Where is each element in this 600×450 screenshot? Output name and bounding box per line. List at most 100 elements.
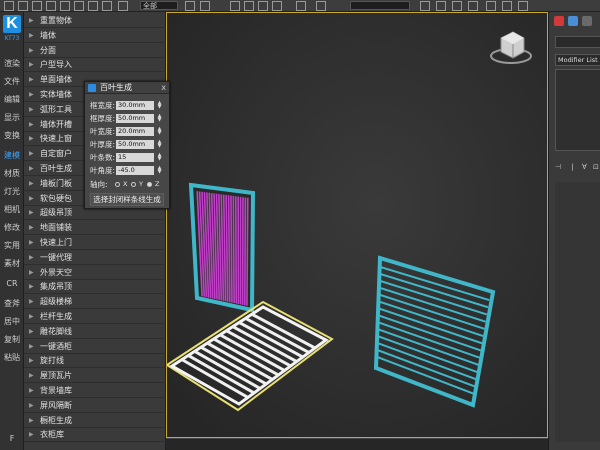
edit-named-selection-icon[interactable] [296, 1, 306, 11]
modify-tab-icon[interactable] [568, 16, 578, 26]
tool-item[interactable]: ▶ 背景墙库 [24, 384, 166, 398]
generate-from-spline-button[interactable]: 选择封闭样条线生成 [90, 193, 164, 206]
left-tab-10[interactable]: 实用 [0, 239, 24, 253]
left-tab-9[interactable]: 修改 [0, 221, 24, 235]
left-tab-6[interactable]: 材质 [0, 167, 24, 181]
left-tab-4[interactable]: 变换 [0, 129, 24, 143]
left-tab-3[interactable]: 显示 [0, 111, 24, 125]
tool-item[interactable]: ▶ 地面铺装 [24, 221, 166, 236]
param-value-field[interactable]: 15 [116, 153, 154, 162]
tool-item[interactable]: ▶ 墙体 [24, 29, 166, 43]
tool-item[interactable]: ▶ 一键代理 [24, 251, 166, 265]
tool-item[interactable]: ▶ 雕花脚线 [24, 325, 166, 339]
spinner-icon[interactable]: ▲ ▼ [156, 153, 163, 162]
graph-editor-icon[interactable] [452, 1, 462, 11]
left-tab-14[interactable]: 居中 [0, 315, 24, 329]
param-row: 框厚度: 50.0mm ▲ ▼ [88, 113, 168, 124]
close-icon[interactable]: x [161, 82, 166, 94]
tool-item[interactable]: ▶ 屏风隔断 [24, 399, 166, 413]
select-region-icon[interactable] [18, 1, 28, 11]
object-name-field[interactable] [555, 36, 600, 48]
tool-item[interactable]: ▶ 旋打线 [24, 354, 166, 369]
move-gizmo-icon[interactable]: ⌖ [326, 337, 331, 346]
hierarchy-tab-icon[interactable] [582, 16, 592, 26]
plugin-logo[interactable]: K [3, 15, 21, 33]
left-tab-5[interactable]: 建模 [0, 149, 24, 163]
expand-arrow-icon: ▶ [29, 283, 34, 291]
spinner-snap-icon[interactable] [316, 1, 326, 11]
perspective-viewport[interactable]: ⌖ [166, 12, 548, 438]
time-slider[interactable] [166, 438, 548, 450]
render-frame-icon[interactable] [502, 1, 512, 11]
checkbox-icon[interactable] [88, 1, 98, 11]
remove-modifier-icon[interactable]: ⊡ [593, 163, 599, 171]
tool-item[interactable]: ▶ 分面 [24, 44, 166, 58]
left-tab-11[interactable]: 素材 [0, 257, 24, 271]
named-selection-field[interactable] [350, 1, 410, 10]
tool-item[interactable]: ▶ 重置物体 [24, 14, 166, 28]
left-tab-12[interactable]: CR [0, 277, 24, 291]
left-tab-1[interactable]: 文件 [0, 75, 24, 89]
rotate-icon[interactable] [60, 1, 70, 11]
left-tab-7[interactable]: 灯光 [0, 185, 24, 199]
spinner-icon[interactable]: ▲ ▼ [156, 127, 163, 136]
angle-snap-icon[interactable] [258, 1, 268, 11]
left-tab-8[interactable]: 相机 [0, 203, 24, 217]
modifier-list-dropdown[interactable]: Modifier List [555, 54, 600, 66]
magnet-icon[interactable] [244, 1, 254, 11]
left-tab-0[interactable]: 渲染 [0, 57, 24, 71]
param-value-field[interactable]: 50.0mm [116, 114, 154, 123]
tool-item[interactable]: ▶ 一键酒柜 [24, 340, 166, 354]
mirror-tool-icon[interactable] [420, 1, 430, 11]
left-tab-2[interactable]: 编辑 [0, 93, 24, 107]
spinner-icon[interactable]: ▲ ▼ [156, 140, 163, 149]
tool-item[interactable]: ▶ 外景天空 [24, 266, 166, 280]
tool-item[interactable]: ▶ 橱柜生成 [24, 414, 166, 428]
tool-item[interactable]: ▶ 快速上门 [24, 236, 166, 250]
render-setup-icon[interactable] [486, 1, 496, 11]
scale-icon[interactable] [74, 1, 84, 11]
move-icon[interactable] [46, 1, 56, 11]
axis-radio[interactable] [147, 182, 152, 187]
layer-icon[interactable] [436, 1, 446, 11]
selection-filter-dropdown[interactable]: 全部 [140, 1, 178, 10]
axis-radio[interactable] [115, 182, 120, 187]
tool-item[interactable]: ▶ 超级楼梯 [24, 295, 166, 310]
percent-snap-icon[interactable] [272, 1, 282, 11]
show-end-result-icon[interactable]: | [571, 163, 573, 171]
spinner-icon[interactable]: ▲ ▼ [156, 101, 163, 110]
align-icon[interactable] [200, 1, 210, 11]
param-value-field[interactable]: 50.0mm [116, 140, 154, 149]
make-unique-icon[interactable]: ∀ [582, 163, 587, 171]
snap-icon[interactable] [118, 1, 128, 11]
pin-stack-icon[interactable]: ⊣ [555, 163, 561, 171]
tool-item[interactable]: ▶ 栏杆生成 [24, 310, 166, 324]
param-value-field[interactable]: -45.0 [116, 166, 154, 175]
render-icon[interactable] [518, 1, 528, 11]
expand-arrow-icon: ▶ [29, 31, 34, 39]
spinner-icon[interactable]: ▲ ▼ [156, 166, 163, 175]
dialog-titlebar[interactable]: 百叶生成 x [85, 82, 169, 94]
left-tab-13[interactable]: 查斧 [0, 297, 24, 311]
left-tab-16[interactable]: 粘贴 [0, 351, 24, 365]
tool-item[interactable]: ▶ 屋顶瓦片 [24, 369, 166, 384]
tool-item[interactable]: ▶ 衣柜库 [24, 428, 166, 443]
window-crossing-icon[interactable] [32, 1, 42, 11]
modifier-stack[interactable] [555, 69, 600, 151]
mirror-icon[interactable] [185, 1, 195, 11]
expand-arrow-icon: ▶ [29, 179, 34, 187]
link-icon[interactable] [102, 1, 112, 11]
left-tab-17[interactable]: F [0, 432, 24, 446]
tool-item[interactable]: ▶ 户型导入 [24, 58, 166, 73]
louver-object-vertical[interactable] [188, 182, 256, 313]
left-tab-15[interactable]: 复制 [0, 333, 24, 347]
spinner-icon[interactable]: ▲ ▼ [156, 114, 163, 123]
select-icon[interactable] [4, 1, 14, 11]
param-value-field[interactable]: 20.0mm [116, 127, 154, 136]
material-editor-icon[interactable] [468, 1, 478, 11]
create-tab-icon[interactable] [554, 16, 564, 26]
undo-icon[interactable] [230, 1, 240, 11]
tool-item[interactable]: ▶ 集成吊顶 [24, 280, 166, 295]
axis-radio[interactable] [131, 182, 136, 187]
param-value-field[interactable]: 30.0mm [116, 101, 154, 110]
